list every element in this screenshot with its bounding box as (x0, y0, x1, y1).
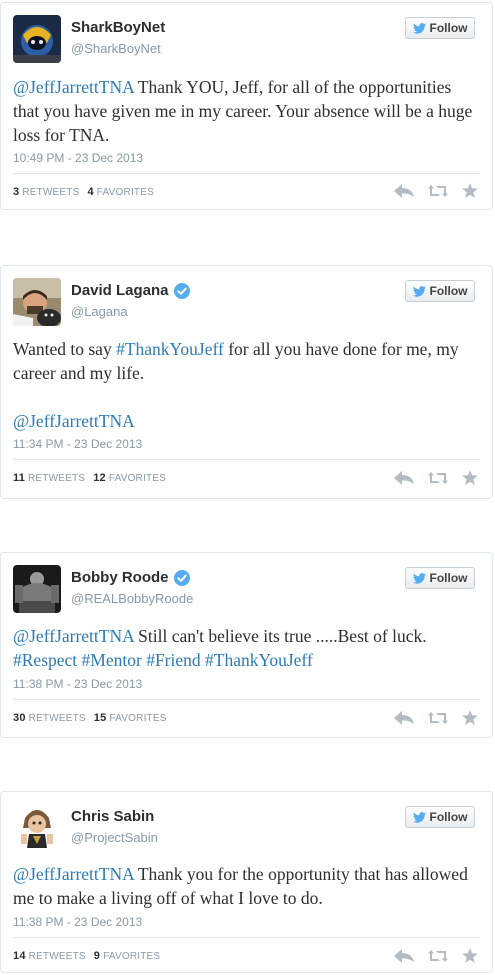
favorites-label[interactable]: FAVORITES (97, 187, 154, 198)
retweets-label[interactable]: RETWEETS (29, 951, 86, 962)
tweet-card: SharkBoyNet @SharkBoyNet Follow @JeffJar… (0, 2, 493, 210)
tweet-text: @JeffJarrettTNA Still can't believe its … (13, 624, 478, 672)
tweet-text-run: Still can't believe its true .....Best o… (133, 626, 427, 646)
tweet-timestamp[interactable]: 11:38 PM - 23 Dec 2013 (13, 915, 142, 929)
twitter-bird-icon (412, 22, 426, 34)
user-name-text: David Lagana (71, 282, 169, 299)
avatar[interactable] (13, 278, 61, 326)
tweet-stats: 11 RETWEETS 12 FAVORITES (13, 472, 166, 484)
hashtag-link[interactable]: #ThankYouJeff (116, 339, 224, 359)
retweet-count[interactable]: 14 (13, 950, 26, 962)
tweet-actions (394, 470, 478, 490)
twitter-bird-icon (412, 572, 426, 584)
follow-label: Follow (429, 21, 468, 35)
tweet-actions (394, 710, 478, 730)
retweets-label[interactable]: RETWEETS (29, 713, 86, 724)
hashtag-link[interactable]: #Respect (13, 650, 77, 670)
tweet-card: David Lagana @Lagana Follow Wanted to sa… (0, 265, 493, 499)
favorite-count[interactable]: 4 (87, 186, 93, 198)
divider (13, 699, 480, 700)
retweet-icon[interactable] (428, 471, 448, 490)
tweet-stats: 3 RETWEETS 4 FAVORITES (13, 186, 154, 198)
tweet-timestamp[interactable]: 11:38 PM - 23 Dec 2013 (13, 677, 142, 691)
user-name[interactable]: David Lagana (71, 282, 190, 299)
tweet-timestamp[interactable]: 11:34 PM - 23 Dec 2013 (13, 437, 142, 451)
favorite-star-icon[interactable] (462, 470, 478, 490)
reply-icon[interactable] (394, 948, 414, 968)
favorite-star-icon[interactable] (462, 183, 478, 203)
user-handle[interactable]: @Lagana (71, 304, 128, 319)
retweet-icon[interactable] (428, 711, 448, 730)
reply-icon[interactable] (394, 470, 414, 490)
avatar[interactable] (13, 565, 61, 613)
hashtag-link[interactable]: #Friend (146, 650, 200, 670)
reply-icon[interactable] (394, 183, 414, 203)
favorites-label[interactable]: FAVORITES (109, 473, 166, 484)
retweets-label[interactable]: RETWEETS (28, 473, 85, 484)
tweet-text-run: Wanted to say (13, 339, 117, 359)
avatar[interactable] (13, 804, 61, 852)
retweet-count[interactable]: 3 (13, 186, 19, 198)
tweet-text: Wanted to say #ThankYouJeff for all you … (13, 337, 478, 433)
divider (13, 937, 480, 938)
tweet-actions (394, 183, 478, 203)
divider (13, 173, 480, 174)
mention-link[interactable]: @JeffJarrettTNA (13, 626, 134, 646)
favorite-count[interactable]: 15 (94, 712, 107, 724)
user-name-text: Bobby Roode (71, 569, 169, 586)
favorite-star-icon[interactable] (462, 948, 478, 968)
user-handle[interactable]: @ProjectSabin (71, 830, 158, 845)
hashtag-link[interactable]: #ThankYouJeff (205, 650, 313, 670)
tweet-stats: 14 RETWEETS 9 FAVORITES (13, 950, 160, 962)
follow-button[interactable]: Follow (405, 280, 475, 302)
tweet-stats: 30 RETWEETS 15 FAVORITES (13, 712, 167, 724)
follow-label: Follow (429, 810, 468, 824)
follow-button[interactable]: Follow (405, 567, 475, 589)
user-name[interactable]: Bobby Roode (71, 569, 190, 586)
retweet-icon[interactable] (428, 949, 448, 968)
retweet-count[interactable]: 11 (13, 472, 25, 484)
favorite-star-icon[interactable] (462, 710, 478, 730)
mention-link[interactable]: @JeffJarrettTNA (13, 411, 135, 431)
favorite-count[interactable]: 9 (94, 950, 100, 962)
favorites-label[interactable]: FAVORITES (109, 713, 166, 724)
tweet-card: Chris Sabin @ProjectSabin Follow @JeffJa… (0, 791, 493, 973)
verified-badge-icon (173, 569, 190, 586)
user-name-text: Chris Sabin (71, 808, 155, 825)
twitter-bird-icon (412, 811, 426, 823)
follow-label: Follow (429, 571, 468, 585)
tweet-card: Bobby Roode @REALBobbyRoode Follow @Jeff… (0, 552, 493, 738)
favorite-count[interactable]: 12 (93, 472, 106, 484)
follow-button[interactable]: Follow (405, 17, 475, 39)
divider (13, 459, 480, 460)
tweet-text: @JeffJarrettTNA Thank you for the opport… (13, 862, 478, 910)
reply-icon[interactable] (394, 710, 414, 730)
avatar[interactable] (13, 15, 61, 63)
twitter-bird-icon (412, 285, 426, 297)
follow-button[interactable]: Follow (405, 806, 475, 828)
follow-label: Follow (429, 284, 468, 298)
retweet-icon[interactable] (428, 184, 448, 203)
hashtag-link[interactable]: #Mentor (82, 650, 142, 670)
user-handle[interactable]: @REALBobbyRoode (71, 591, 193, 606)
verified-badge-icon (173, 282, 190, 299)
retweets-label[interactable]: RETWEETS (22, 187, 79, 198)
user-name-text: SharkBoyNet (71, 19, 166, 36)
favorites-label[interactable]: FAVORITES (103, 951, 160, 962)
tweet-timestamp[interactable]: 10:49 PM - 23 Dec 2013 (13, 151, 143, 165)
tweet-text: @JeffJarrettTNA Thank YOU, Jeff, for all… (13, 75, 478, 147)
user-name[interactable]: Chris Sabin (71, 808, 154, 825)
retweet-count[interactable]: 30 (13, 712, 26, 724)
user-handle[interactable]: @SharkBoyNet (71, 41, 161, 56)
mention-link[interactable]: @JeffJarrettTNA (13, 77, 134, 97)
mention-link[interactable]: @JeffJarrettTNA (13, 864, 134, 884)
user-name[interactable]: SharkBoyNet (71, 19, 165, 36)
tweet-actions (394, 948, 478, 968)
